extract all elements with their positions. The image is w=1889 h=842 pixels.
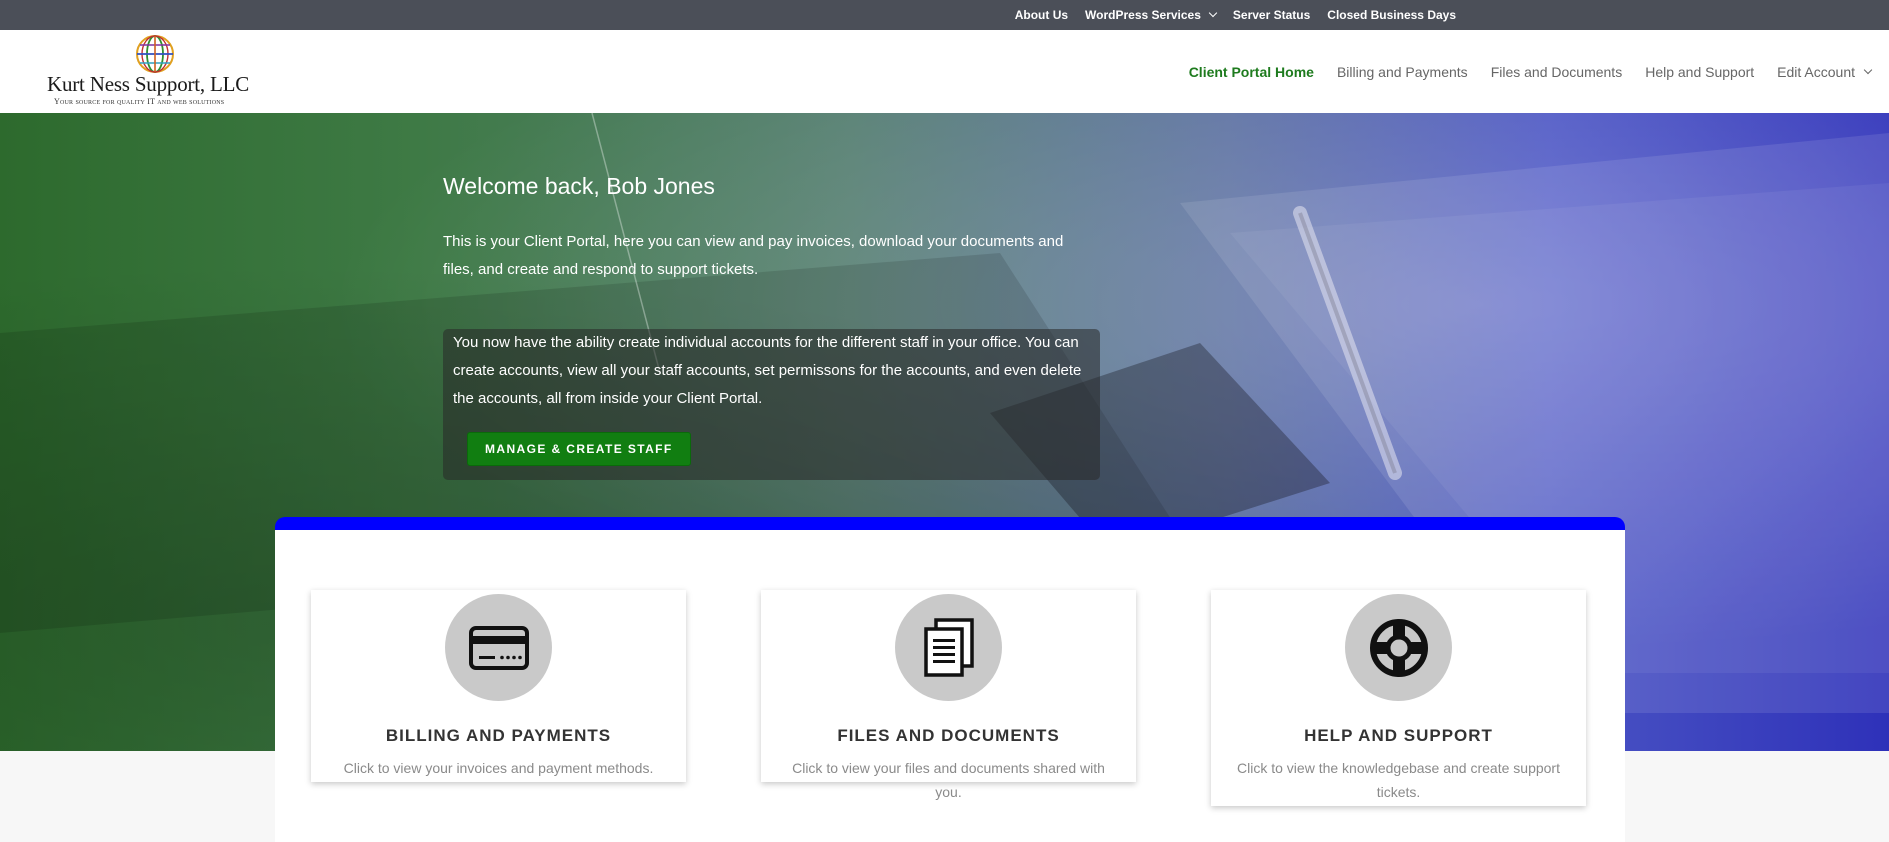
topnav-wordpress-services-label: WordPress Services: [1085, 8, 1201, 22]
card-description: Click to view the knowledgebase and crea…: [1237, 760, 1560, 800]
card-icon-circle: [445, 594, 552, 701]
nav-client-portal-home[interactable]: Client Portal Home: [1189, 64, 1314, 80]
logo-company-name: Kurt Ness Support, LLC: [47, 72, 250, 96]
life-ring-icon: [1369, 618, 1428, 677]
credit-card-icon: [468, 625, 529, 670]
top-nav: About Us WordPress Services Server Statu…: [1015, 0, 1456, 30]
site-header: Kurt Ness Support, LLC Your source for q…: [0, 30, 1889, 113]
chevron-down-icon: [1863, 65, 1873, 74]
files-and-documents-card[interactable]: FILES AND DOCUMENTS Click to view your f…: [761, 590, 1136, 800]
documents-icon: [923, 617, 974, 677]
billing-and-payments-card[interactable]: BILLING AND PAYMENTS Click to view your …: [311, 590, 686, 782]
nav-billing-and-payments[interactable]: Billing and Payments: [1337, 64, 1468, 80]
card-icon-circle: [1345, 594, 1452, 701]
staff-notice-text: You now have the ability create individu…: [453, 334, 1082, 407]
portal-cards-panel: BILLING AND PAYMENTS Click to view your …: [275, 530, 1625, 842]
card-title: BILLING AND PAYMENTS: [385, 726, 612, 745]
card-description: Click to view your files and documents s…: [792, 760, 1105, 800]
topnav-about-us[interactable]: About Us: [1015, 8, 1068, 22]
topnav-server-status[interactable]: Server Status: [1233, 8, 1310, 22]
nav-edit-account-label: Edit Account: [1777, 63, 1855, 80]
staff-accounts-notice: You now have the ability create individu…: [443, 329, 1100, 480]
card-icon-circle: [895, 594, 1002, 701]
welcome-heading: Welcome back, Bob Jones: [443, 173, 715, 199]
nav-files-and-documents[interactable]: Files and Documents: [1491, 64, 1623, 80]
card-title: FILES AND DOCUMENTS: [837, 726, 1060, 745]
card-description: Click to view your invoices and payment …: [343, 760, 654, 776]
logo-tagline: Your source for quality IT and web solut…: [54, 97, 225, 106]
nav-help-and-support[interactable]: Help and Support: [1645, 64, 1754, 80]
main-nav: Client Portal Home Billing and Payments …: [1189, 30, 1873, 113]
nav-edit-account[interactable]: Edit Account: [1777, 63, 1873, 80]
globe-logo-icon: [136, 35, 174, 73]
manage-create-staff-button[interactable]: MANAGE & CREATE STAFF: [467, 432, 691, 466]
topnav-wordpress-services[interactable]: WordPress Services: [1085, 8, 1218, 22]
top-bar: About Us WordPress Services Server Statu…: [0, 0, 1889, 30]
portal-intro-text: This is your Client Portal, here you can…: [443, 233, 1064, 278]
site-logo[interactable]: Kurt Ness Support, LLC Your source for q…: [47, 34, 277, 110]
help-and-support-card[interactable]: HELP AND SUPPORT Click to view the knowl…: [1211, 590, 1586, 806]
topnav-closed-business-days[interactable]: Closed Business Days: [1327, 8, 1456, 22]
card-title: HELP AND SUPPORT: [1304, 726, 1493, 745]
chevron-down-icon: [1208, 8, 1218, 18]
